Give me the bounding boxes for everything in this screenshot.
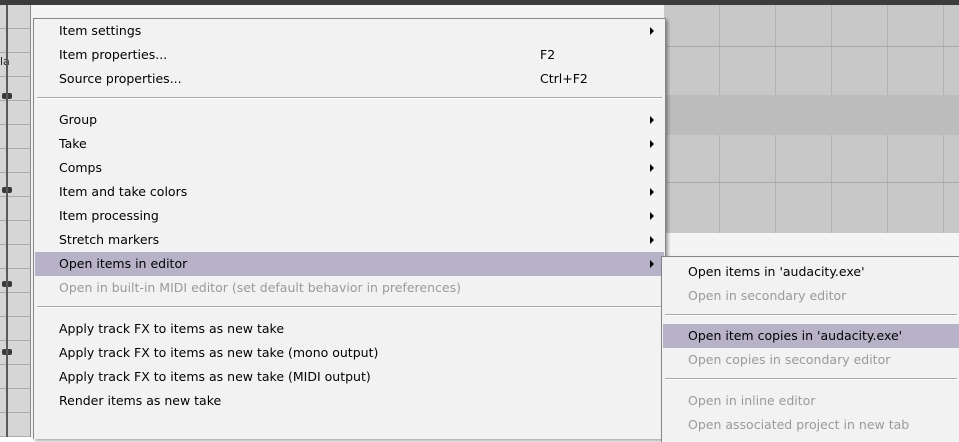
menu-item-label: Stretch markers	[59, 232, 160, 247]
submenu-item-open-secondary-editor[interactable]: Open in secondary editor	[663, 284, 959, 308]
item-context-menu: Item settings Item properties... F2 Sour…	[33, 18, 666, 439]
grid-line	[664, 46, 959, 47]
menu-item-item-settings[interactable]: Item settings	[35, 19, 664, 43]
menu-item-render-items-new-take[interactable]: Render items as new take	[35, 389, 664, 413]
submenu-item-label: Open item copies in 'audacity.exe'	[688, 328, 903, 343]
menu-item-label: Render items as new take	[59, 393, 222, 408]
menu-item-apply-fx-new-take-midi[interactable]: Apply track FX to items as new take (MID…	[35, 365, 664, 389]
menu-item-shortcut: F2	[540, 47, 556, 62]
menu-item-label: Apply track FX to items as new take	[59, 321, 285, 336]
menu-item-group[interactable]: Group	[35, 108, 664, 132]
track-strip[interactable]: la	[0, 5, 31, 437]
menu-separator	[665, 378, 957, 380]
menu-item-label: Item settings	[59, 23, 142, 38]
waveform-mark	[2, 349, 12, 355]
menu-item-stretch-markers[interactable]: Stretch markers	[35, 228, 664, 252]
menu-item-label: Take	[59, 136, 87, 151]
open-in-editor-submenu: Open items in 'audacity.exe' Open in sec…	[661, 256, 959, 442]
submenu-item-open-items-audacity[interactable]: Open items in 'audacity.exe'	[663, 260, 959, 284]
menu-item-item-properties[interactable]: Item properties... F2	[35, 43, 664, 67]
menu-item-partial[interactable]	[35, 413, 664, 431]
submenu-arrow-icon	[650, 188, 654, 196]
menu-item-label: Comps	[59, 160, 102, 175]
menu-separator	[37, 306, 662, 308]
submenu-item-label: Open items in 'audacity.exe'	[688, 264, 865, 279]
menu-item-label: Open in built-in MIDI editor (set defaul…	[59, 280, 461, 295]
grid-line	[664, 182, 959, 183]
submenu-arrow-icon	[650, 140, 654, 148]
submenu-arrow-icon	[650, 164, 654, 172]
menu-item-label: Apply track FX to items as new take (mon…	[59, 345, 379, 360]
menu-item-label: Item processing	[59, 208, 159, 223]
menu-item-source-properties[interactable]: Source properties... Ctrl+F2	[35, 67, 664, 91]
menu-item-label: Apply track FX to items as new take (MID…	[59, 369, 371, 384]
submenu-item-open-copies-audacity[interactable]: Open item copies in 'audacity.exe'	[663, 324, 959, 348]
menu-item-label: Item properties...	[59, 47, 168, 62]
submenu-arrow-icon	[650, 212, 654, 220]
track-strip-label: la	[0, 55, 10, 68]
submenu-item-open-copies-secondary[interactable]: Open copies in secondary editor	[663, 348, 959, 372]
waveform-mark	[2, 187, 12, 193]
submenu-item-open-inline-editor[interactable]: Open in inline editor	[663, 389, 959, 413]
menu-item-open-items-in-editor[interactable]: Open items in editor	[35, 252, 664, 276]
menu-item-item-and-take-colors[interactable]: Item and take colors	[35, 180, 664, 204]
menu-item-apply-fx-new-take[interactable]: Apply track FX to items as new take	[35, 317, 664, 341]
waveform-mark	[2, 93, 12, 99]
submenu-item-label: Open associated project in new tab	[688, 417, 910, 432]
menu-item-item-processing[interactable]: Item processing	[35, 204, 664, 228]
submenu-item-open-project-new-tab[interactable]: Open associated project in new tab	[663, 413, 959, 437]
submenu-arrow-icon	[650, 27, 654, 35]
grid-band	[664, 95, 959, 135]
menu-item-label: Group	[59, 112, 98, 127]
submenu-arrow-icon	[650, 116, 654, 124]
menu-separator	[665, 314, 957, 316]
menu-item-label: Source properties...	[59, 71, 182, 86]
submenu-item-label: Open in secondary editor	[688, 288, 847, 303]
menu-item-label: Item and take colors	[59, 184, 188, 199]
menu-item-label: Open items in editor	[59, 256, 188, 271]
menu-item-take[interactable]: Take	[35, 132, 664, 156]
menu-item-apply-fx-new-take-mono[interactable]: Apply track FX to items as new take (mon…	[35, 341, 664, 365]
submenu-item-label: Open in inline editor	[688, 393, 816, 408]
submenu-arrow-icon	[650, 236, 654, 244]
menu-separator	[37, 97, 662, 99]
menu-item-shortcut: Ctrl+F2	[540, 71, 588, 86]
submenu-item-label: Open copies in secondary editor	[688, 352, 891, 367]
menu-item-open-in-builtin-midi-editor[interactable]: Open in built-in MIDI editor (set defaul…	[35, 276, 664, 300]
menu-item-comps[interactable]: Comps	[35, 156, 664, 180]
submenu-arrow-icon	[650, 260, 654, 268]
waveform-mark	[2, 281, 12, 287]
